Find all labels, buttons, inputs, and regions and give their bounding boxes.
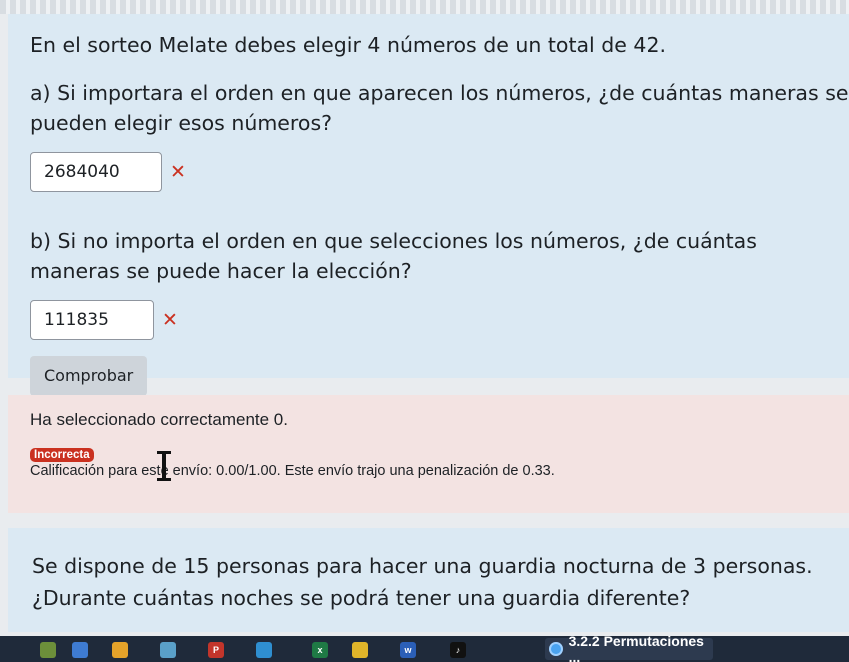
question-2-line-2: ¿Durante cuántas noches se podrá tener u…	[32, 586, 691, 610]
taskbar-active-window-label: 3.2.2 Permutaciones ...	[568, 633, 704, 662]
top-strip	[0, 0, 849, 14]
part-a-answer-row: 2684040 ✕	[30, 152, 849, 192]
app-icon-2[interactable]	[72, 642, 88, 658]
tiktok-icon[interactable]: ♪	[450, 642, 466, 658]
taskbar: Px w ♪ 3.2.2 Permutaciones ...	[0, 633, 849, 662]
part-b-answer-row: 111835 ✕	[30, 300, 849, 340]
incorrect-x-icon: ✕	[170, 161, 186, 183]
incorrect-badge: Incorrecta	[30, 448, 94, 462]
question-2-panel: Se dispone de 15 personas para hacer una…	[8, 528, 849, 632]
browser-icon	[549, 642, 563, 656]
question-1-part-a-text: a) Si importara el orden en que aparecen…	[30, 81, 849, 135]
app-icon-4[interactable]	[160, 642, 176, 658]
incorrect-x-icon: ✕	[162, 309, 178, 331]
grade-text-container: Calificación para este envío: 0.00/1.00.…	[30, 451, 849, 481]
app-icon-1[interactable]	[40, 642, 56, 658]
word-icon[interactable]: w	[400, 642, 416, 658]
grade-text: Calificación para este envío: 0.00/1.00.…	[30, 463, 555, 479]
excel-icon[interactable]: x	[312, 642, 328, 658]
feedback-selected-text: Ha seleccionado correctamente 0.	[30, 410, 288, 429]
question-1-panel: En el sorteo Melate debes elegir 4 númer…	[8, 14, 849, 396]
app-icon-3[interactable]	[112, 642, 128, 658]
part-a-answer-input[interactable]: 2684040	[30, 152, 162, 192]
taskbar-active-window[interactable]: 3.2.2 Permutaciones ...	[545, 633, 713, 662]
question-2-line-1: Se dispone de 15 personas para hacer una…	[32, 554, 813, 578]
text-cursor-icon	[157, 451, 171, 481]
check-button[interactable]: Comprobar	[30, 356, 148, 396]
question-1-intro: En el sorteo Melate debes elegir 4 númer…	[30, 33, 667, 57]
feedback-panel: Ha seleccionado correctamente 0. Incorre…	[8, 395, 849, 513]
chrome-icon[interactable]	[352, 642, 368, 658]
part-b-answer-input[interactable]: 111835	[30, 300, 154, 340]
question-1-part-b-text: b) Si no importa el orden en que selecci…	[30, 229, 757, 283]
app-icon-6[interactable]	[256, 642, 272, 658]
app-icon-5[interactable]: P	[208, 642, 224, 658]
